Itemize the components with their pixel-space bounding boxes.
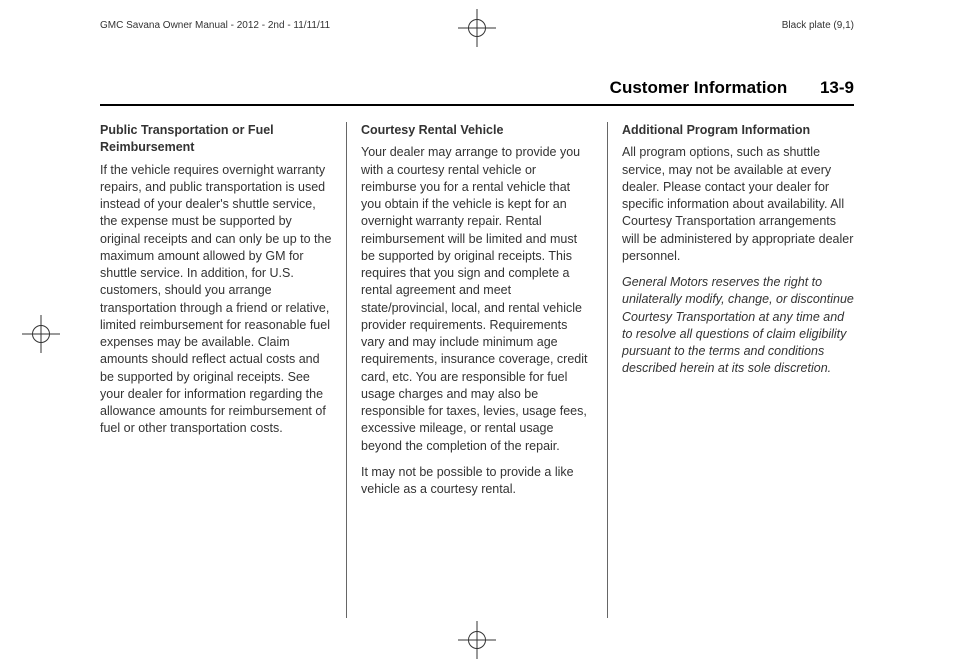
section-heading: Public Transportation or Fuel Reimbursem…: [100, 122, 332, 157]
section-heading: Additional Program Information: [622, 122, 854, 139]
body-text: It may not be possible to provide a like…: [361, 464, 593, 499]
manual-info: GMC Savana Owner Manual - 2012 - 2nd - 1…: [100, 20, 330, 31]
content-columns: Public Transportation or Fuel Reimbursem…: [100, 122, 854, 618]
registration-mark-bottom-icon: [464, 627, 490, 653]
registration-mark-top-icon: [464, 15, 490, 41]
registration-mark-left-icon: [28, 321, 54, 347]
chapter-title: Customer Information: [610, 78, 788, 97]
page-number: 13-9: [820, 78, 854, 97]
plate-info: Black plate (9,1): [782, 20, 854, 31]
column-1: Public Transportation or Fuel Reimbursem…: [100, 122, 347, 618]
body-text: If the vehicle requires overnight warran…: [100, 162, 332, 438]
page-header: Customer Information 13-9: [100, 78, 854, 106]
body-text: All program options, such as shuttle ser…: [622, 144, 854, 265]
column-3: Additional Program Information All progr…: [608, 122, 854, 618]
column-2: Courtesy Rental Vehicle Your dealer may …: [347, 122, 608, 618]
body-text-italic: General Motors reserves the right to uni…: [622, 274, 854, 378]
section-heading: Courtesy Rental Vehicle: [361, 122, 593, 139]
body-text: Your dealer may arrange to provide you w…: [361, 144, 593, 455]
